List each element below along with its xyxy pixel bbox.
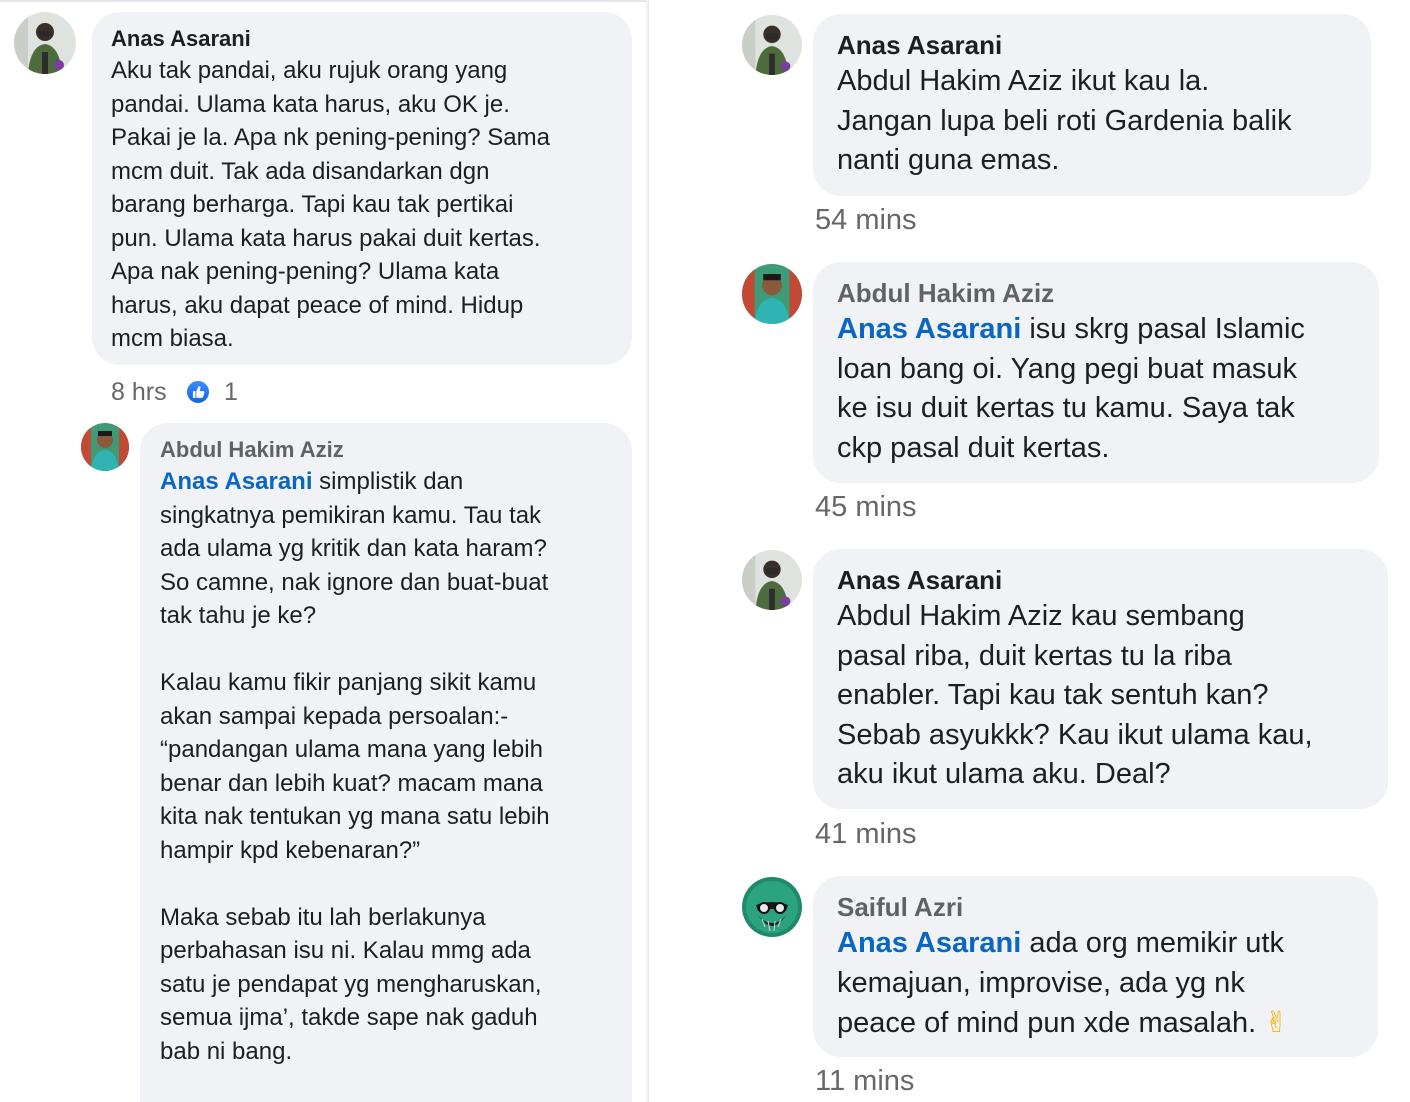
comment-bubble: Anas Asarani Abdul Hakim Aziz kau semban… xyxy=(813,549,1388,809)
comment-author[interactable]: Abdul Hakim Aziz xyxy=(160,435,612,465)
comment-bubble: Saiful Azri Anas Asarani ada org memikir… xyxy=(813,876,1378,1057)
comment-text: Abdul Hakim Aziz kau sembang pasal riba,… xyxy=(837,600,1313,790)
thumbs-up-icon xyxy=(192,386,205,398)
avatar-illustration-icon xyxy=(742,877,802,937)
comment-bubble: Abdul Hakim Aziz Anas Asarani isu skrg p… xyxy=(813,262,1379,483)
like-count: 1 xyxy=(224,378,238,406)
comment-timestamp[interactable]: 41 mins xyxy=(815,818,917,851)
comment-thread-right: Anas Asarani Abdul Hakim Aziz ikut kau l… xyxy=(648,0,1410,1102)
comment-author[interactable]: Anas Asarani xyxy=(837,28,1349,62)
comment-timestamp[interactable]: 11 mins xyxy=(815,1065,914,1098)
comment-author[interactable]: Abdul Hakim Aziz xyxy=(837,276,1357,310)
comment-body: simplistik dan singkatnya pemikiran kamu… xyxy=(160,468,550,1065)
comment-author[interactable]: Anas Asarani xyxy=(837,563,1366,597)
comment-bubble: Anas Asarani Abdul Hakim Aziz ikut kau l… xyxy=(813,14,1371,196)
avatar-abdul-hakim-aziz[interactable] xyxy=(742,264,802,324)
avatar-saiful-azri[interactable] xyxy=(742,877,802,937)
comment-timestamp[interactable]: 54 mins xyxy=(815,204,917,237)
mention-link[interactable]: Anas Asarani xyxy=(837,927,1021,959)
comment-bubble: Anas Asarani Aku tak pandai, aku rujuk o… xyxy=(92,12,632,365)
victory-hand-icon: ✌ xyxy=(1264,1005,1289,1039)
avatar-anas-asarani[interactable] xyxy=(742,15,802,75)
mention-link[interactable]: Anas Asarani xyxy=(837,313,1021,345)
avatar-photo-icon xyxy=(742,15,802,75)
comment-timestamp[interactable]: 45 mins xyxy=(815,491,917,524)
avatar-photo-icon xyxy=(742,550,802,610)
comment-author[interactable]: Anas Asarani xyxy=(111,24,612,54)
avatar-photo-icon xyxy=(81,423,129,471)
avatar-photo-icon xyxy=(742,264,802,324)
avatar-anas-asarani[interactable] xyxy=(742,550,802,610)
like-reaction-icon[interactable] xyxy=(185,379,211,405)
avatar-anas-asarani[interactable] xyxy=(14,12,76,74)
comment-text: Aku tak pandai, aku rujuk orang yang pan… xyxy=(111,57,550,352)
comment-text: Anas Asarani simplistik dan singkatnya p… xyxy=(160,465,612,1068)
comment-timestamp[interactable]: 8 hrs xyxy=(111,378,167,407)
comment-text: Anas Asarani isu skrg pasal Islamic loan… xyxy=(837,310,1357,468)
comment-text: Abdul Hakim Aziz ikut kau la. Jangan lup… xyxy=(837,65,1292,176)
comment-text: Anas Asarani ada org memikir utk kemajua… xyxy=(837,924,1356,1044)
comment-thread-left: Anas Asarani Aku tak pandai, aku rujuk o… xyxy=(0,0,647,1102)
mention-link[interactable]: Anas Asarani xyxy=(160,468,313,495)
comment-author[interactable]: Saiful Azri xyxy=(837,890,1356,924)
reply-bubble: Abdul Hakim Aziz Anas Asarani simplistik… xyxy=(140,423,632,1102)
avatar-photo-icon xyxy=(14,12,76,74)
avatar-abdul-hakim-aziz[interactable] xyxy=(81,423,129,471)
